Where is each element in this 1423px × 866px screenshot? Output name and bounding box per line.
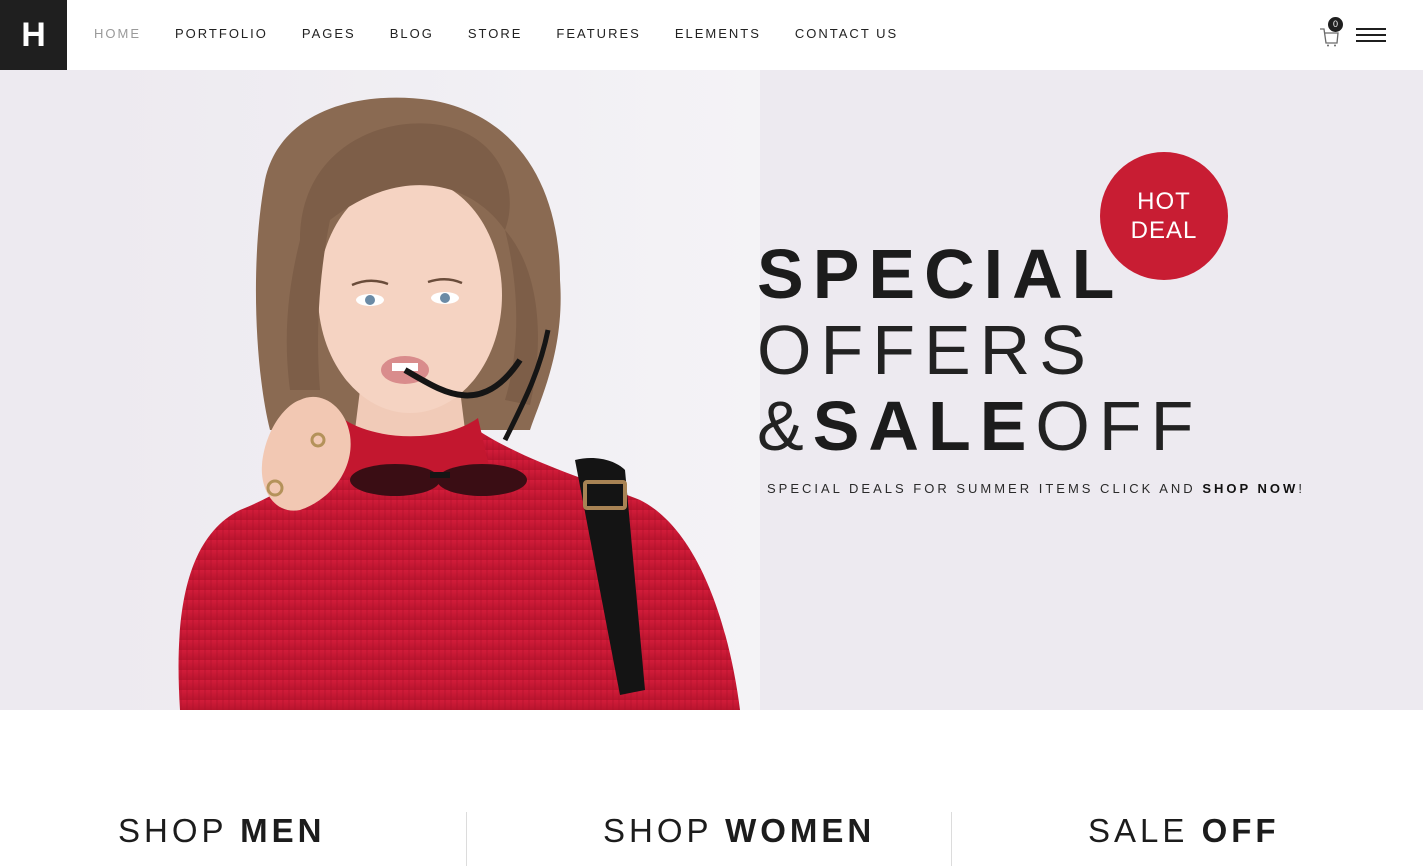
tagline-exclamation: ! (1298, 481, 1305, 496)
nav-item-elements[interactable]: ELEMENTS (675, 26, 761, 42)
hero-headline: SPECIAL OFFERS &SALEOFF (757, 236, 1202, 464)
hamburger-menu-icon[interactable] (1356, 28, 1386, 44)
nav-item-portfolio[interactable]: PORTFOLIO (175, 26, 268, 42)
category-bold-text: OFF (1201, 812, 1280, 849)
category-shop-women[interactable]: SHOP WOMEN (603, 812, 875, 850)
nav-item-blog[interactable]: BLOG (390, 26, 434, 42)
headline-sale: SALE (812, 387, 1036, 465)
category-sale-off[interactable]: SALE OFF (1088, 812, 1280, 850)
category-bold-text: WOMEN (725, 812, 876, 849)
category-light-text: SALE (1088, 812, 1202, 849)
shop-now-link[interactable]: SHOP NOW (1202, 481, 1298, 496)
category-light-text: SHOP (603, 812, 726, 849)
nav-item-home[interactable]: HOME (94, 26, 141, 42)
nav-item-contact-us[interactable]: CONTACT US (795, 26, 898, 42)
site-logo[interactable]: H (0, 0, 67, 70)
category-divider (951, 812, 952, 866)
hero-model-image (100, 70, 760, 710)
category-divider (466, 812, 467, 866)
nav-item-features[interactable]: FEATURES (556, 26, 640, 42)
headline-ampersand: & (757, 387, 813, 465)
category-light-text: SHOP (118, 812, 241, 849)
hero-tagline: SPECIAL DEALS FOR SUMMER ITEMS CLICK AND… (767, 481, 1305, 496)
site-header: H HOME PORTFOLIO PAGES BLOG STORE FEATUR… (0, 0, 1423, 70)
hero-banner: HOT DEAL SPECIAL OFFERS &SALEOFF SPECIAL… (0, 70, 1423, 710)
main-nav: HOME PORTFOLIO PAGES BLOG STORE FEATURES… (94, 26, 932, 42)
headline-special: SPECIAL (757, 235, 1124, 313)
tagline-text: SPECIAL DEALS FOR SUMMER ITEMS CLICK AND (767, 481, 1203, 496)
nav-item-pages[interactable]: PAGES (302, 26, 356, 42)
cart-count-badge: 0 (1328, 17, 1343, 32)
category-bold-text: MEN (240, 812, 326, 849)
shop-categories: SHOP MEN SHOP WOMEN SALE OFF (0, 710, 1423, 866)
headline-offers: OFFERS (757, 311, 1095, 389)
category-shop-men[interactable]: SHOP MEN (118, 812, 325, 850)
headline-off: OFF (1035, 387, 1203, 465)
nav-item-store[interactable]: STORE (468, 26, 523, 42)
hot-deal-line1: HOT (1137, 188, 1191, 215)
headline-sale-off: &SALEOFF (757, 388, 1202, 464)
